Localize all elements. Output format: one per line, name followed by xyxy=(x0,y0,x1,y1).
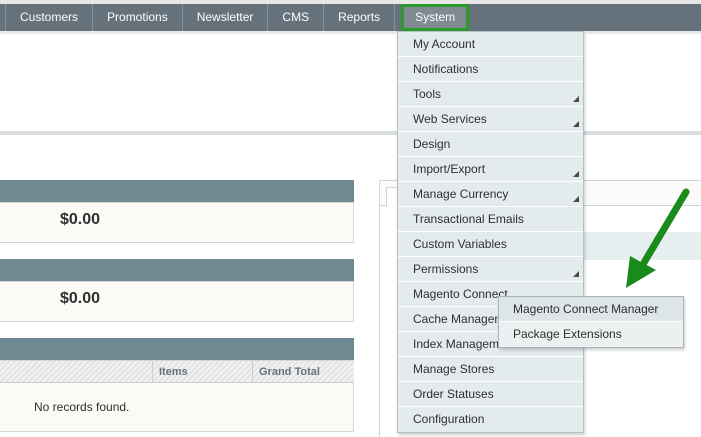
menu-item-notifications[interactable]: Notifications xyxy=(398,57,583,82)
submenu-arrow-icon xyxy=(573,121,579,127)
nav-item-cms[interactable]: CMS xyxy=(268,4,325,31)
nav-item-newsletter[interactable]: Newsletter xyxy=(183,4,269,31)
lifetime-sales-header xyxy=(0,180,354,202)
menu-item-label: Web Services xyxy=(413,112,487,126)
column-header-items[interactable]: Items xyxy=(152,361,252,383)
menu-item-label: Permissions xyxy=(413,262,479,276)
submenu-arrow-icon xyxy=(573,96,579,102)
menu-item-transactional-emails[interactable]: Transactional Emails xyxy=(398,207,583,232)
menu-item-label: Tools xyxy=(413,87,442,101)
last-orders-header xyxy=(0,338,354,360)
menu-item-label: Custom Variables xyxy=(413,237,507,251)
menu-item-label: Manage Currency xyxy=(413,187,509,201)
system-dropdown-menu: My Account Notifications Tools Web Services… xyxy=(397,31,584,433)
menu-item-label: Design xyxy=(413,137,451,151)
nav-item-system[interactable]: System xyxy=(401,4,470,31)
header-divider xyxy=(0,131,701,135)
annotation-arrow-icon xyxy=(626,188,690,288)
submenu-arrow-icon xyxy=(573,271,579,277)
menu-item-order-statuses[interactable]: Order Statuses xyxy=(398,382,583,407)
menu-item-permissions[interactable]: Permissions xyxy=(398,257,583,282)
average-order-value: $0.00 xyxy=(60,290,101,307)
menu-item-label: Manage Stores xyxy=(413,362,495,376)
menu-item-label: Transactional Emails xyxy=(413,212,524,226)
menu-item-design[interactable]: Design xyxy=(398,132,583,157)
menu-item-web-services[interactable]: Web Services xyxy=(398,107,583,132)
menu-item-label: Notifications xyxy=(413,62,479,76)
main-nav-bar: Customers Promotions Newsletter CMS Repo… xyxy=(0,4,701,31)
menu-item-my-account[interactable]: My Account xyxy=(398,32,583,57)
average-order-header xyxy=(0,259,354,281)
submenu-arrow-icon xyxy=(573,171,579,177)
menu-item-label: Import/Export xyxy=(413,162,486,176)
menu-item-configuration[interactable]: Configuration xyxy=(398,407,583,432)
menu-item-manage-currency[interactable]: Manage Currency xyxy=(398,182,583,207)
nav-item-customers[interactable]: Customers xyxy=(6,4,94,31)
menu-item-import-export[interactable]: Import/Export xyxy=(398,157,583,182)
orders-table-header: Items Grand Total xyxy=(0,361,354,383)
menu-item-label: Configuration xyxy=(413,412,485,426)
submenu-item-connect-manager[interactable]: Magento Connect Manager xyxy=(499,297,683,322)
magento-connect-submenu: Magento Connect Manager Package Extensio… xyxy=(498,296,684,348)
no-records-message: No records found. xyxy=(34,400,130,414)
lifetime-sales-value: $0.00 xyxy=(60,211,101,228)
average-order-body xyxy=(0,281,354,322)
menu-item-tools[interactable]: Tools xyxy=(398,82,583,107)
submenu-item-package-extensions[interactable]: Package Extensions xyxy=(499,322,683,347)
submenu-arrow-icon xyxy=(573,196,579,202)
menu-item-label: My Account xyxy=(413,37,476,51)
nav-item-reports[interactable]: Reports xyxy=(324,4,396,31)
menu-item-manage-stores[interactable]: Manage Stores xyxy=(398,357,583,382)
lifetime-sales-body xyxy=(0,202,354,243)
column-header-grand-total[interactable]: Grand Total xyxy=(252,361,354,383)
top-nav-strip: Customers Promotions Newsletter CMS Repo… xyxy=(0,0,701,34)
menu-item-label: Order Statuses xyxy=(413,387,494,401)
menu-item-label: Magento Connect xyxy=(413,287,508,301)
nav-item-promotions[interactable]: Promotions xyxy=(93,4,183,31)
menu-item-custom-variables[interactable]: Custom Variables xyxy=(398,232,583,257)
